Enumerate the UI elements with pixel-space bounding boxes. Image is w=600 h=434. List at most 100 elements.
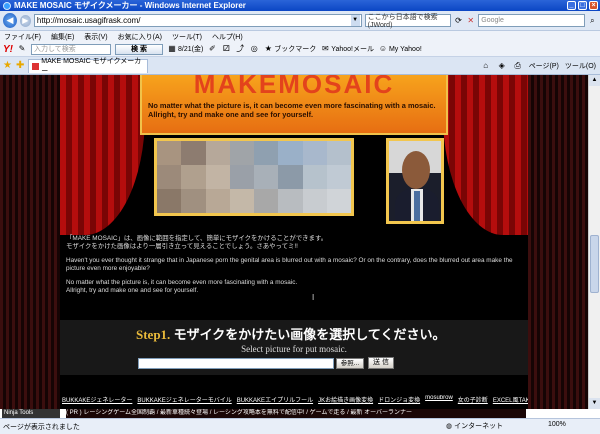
close-icon[interactable]: × bbox=[589, 1, 598, 10]
mosaic-tile bbox=[157, 165, 182, 189]
header-copy: No matter what the picture is, it can be… bbox=[148, 101, 436, 119]
minimize-icon[interactable]: _ bbox=[567, 1, 576, 10]
ie-logo-icon bbox=[3, 1, 11, 10]
forward-icon[interactable]: ▶ bbox=[19, 14, 31, 27]
yahoo-logo-icon[interactable]: Y! bbox=[3, 44, 13, 55]
window-controls: _ □ × bbox=[567, 1, 598, 10]
menu-favorites[interactable]: お気に入り(A) bbox=[118, 32, 162, 42]
calendar-item[interactable]: ▦ 8/21(金) bbox=[167, 44, 203, 54]
status-bar: ページが表示されました ◍ インターネット 100% bbox=[0, 418, 600, 434]
url-input[interactable]: http://mosaic.usagifrask.com/ ▼ bbox=[33, 14, 362, 27]
yahoo-search-button[interactable]: 検 索 bbox=[115, 43, 163, 55]
site-logo[interactable]: MAKEMOSAIC bbox=[142, 75, 446, 100]
right-curtain bbox=[443, 75, 528, 235]
mail-icon: ✉ bbox=[321, 44, 329, 53]
highlighter-icon[interactable]: ✐ bbox=[207, 44, 217, 54]
favorites-star-icon[interactable]: ★ bbox=[3, 60, 12, 71]
tab-bar: ★ ✚ MAKE MOSAIC モザイクメーカー ⌂ ◈ ⎙ ページ(P) ツー… bbox=[0, 57, 600, 75]
mosaic-tile bbox=[254, 141, 279, 165]
footer-link[interactable]: JKお絵描き画像変換 bbox=[318, 395, 373, 409]
mosaic-tile bbox=[205, 165, 230, 189]
chevron-down-icon[interactable]: ▼ bbox=[350, 15, 360, 26]
command-bar: ⌂ ◈ ⎙ ページ(P) ツール(O) bbox=[481, 61, 600, 71]
left-curtain bbox=[60, 75, 145, 235]
menu-tools[interactable]: ツール(T) bbox=[172, 32, 202, 42]
refresh-icon[interactable]: ⟳ bbox=[454, 16, 463, 26]
scroll-down-icon[interactable]: ▼ bbox=[589, 398, 600, 409]
menu-bar: ファイル(F) 編集(E) 表示(V) お気に入り(A) ツール(T) ヘルプ(… bbox=[0, 31, 600, 42]
menu-edit[interactable]: 編集(E) bbox=[51, 32, 74, 42]
scroll-thumb[interactable] bbox=[590, 235, 599, 293]
mosaic-tile bbox=[278, 165, 303, 189]
mosaic-tile bbox=[326, 165, 351, 189]
menu-help[interactable]: ヘルプ(H) bbox=[212, 32, 243, 42]
yahoo-search-input[interactable]: 入力して検索 bbox=[31, 43, 111, 55]
mosaic-tile bbox=[326, 141, 351, 165]
mosaic-tile bbox=[278, 141, 303, 165]
mosaic-tile bbox=[278, 189, 303, 213]
file-path-input[interactable] bbox=[138, 358, 334, 369]
stop-icon[interactable]: ✕ bbox=[466, 16, 475, 26]
add-favorites-icon[interactable]: ✚ bbox=[16, 60, 24, 71]
description: 「MAKE MOSAIC」は、画像に範囲を指定して、簡単にモザイクをかけることが… bbox=[66, 235, 513, 294]
footer-link[interactable]: BUKKAKEジェネレーター bbox=[62, 395, 132, 409]
upload-step-panel: Step1. モザイクをかけたい画像を選択してください。 Select pict… bbox=[60, 320, 528, 375]
tools-menu[interactable]: ツール(O) bbox=[565, 61, 596, 71]
mosaic-tile bbox=[205, 189, 230, 213]
page-menu[interactable]: ページ(P) bbox=[529, 61, 559, 71]
home-icon[interactable]: ⌂ bbox=[481, 61, 491, 71]
footer-link[interactable]: ドロンジョ変換 bbox=[378, 395, 420, 409]
left-film-strip bbox=[0, 75, 60, 409]
status-text: ページが表示されました bbox=[3, 423, 80, 431]
security-zone: ◍ インターネット bbox=[446, 423, 504, 430]
footer-link[interactable]: BUKKAKEジェネレーターモバイル bbox=[137, 395, 231, 409]
footer-link[interactable]: 女の子診断 bbox=[458, 395, 488, 409]
pencil-icon[interactable]: ✎ bbox=[17, 44, 27, 54]
menu-file[interactable]: ファイル(F) bbox=[4, 32, 41, 42]
bookmarks-item[interactable]: ★ ブックマーク bbox=[263, 44, 317, 54]
mosaic-tile bbox=[205, 141, 230, 165]
step-title: Step1. モザイクをかけたい画像を選択してください。 bbox=[136, 327, 446, 342]
yahoo-toolbar: Y! ✎ 入力して検索 検 索 ▦ 8/21(金) ✐ ⚂ ⤴ ◎ ★ ブックマ… bbox=[0, 42, 600, 57]
yahoo-mail-item[interactable]: ✉ Yahoo!メール bbox=[320, 44, 374, 54]
address-bar: ◀ ▶ http://mosaic.usagifrask.com/ ▼ ここから… bbox=[0, 11, 600, 31]
menu-view[interactable]: 表示(V) bbox=[84, 32, 107, 42]
calendar-icon: ▦ bbox=[168, 44, 176, 53]
back-icon[interactable]: ◀ bbox=[3, 13, 17, 28]
jword-search-input[interactable]: ここから日本語で検索(JWord) bbox=[364, 14, 451, 29]
window-titlebar: MAKE MOSAIC モザイクメーカー - Windows Internet … bbox=[0, 0, 600, 11]
mosaic-tile bbox=[229, 189, 254, 213]
share-icon[interactable]: ⤴ bbox=[235, 44, 245, 54]
scroll-up-icon[interactable]: ▲ bbox=[589, 75, 600, 86]
tab-make-mosaic[interactable]: MAKE MOSAIC モザイクメーカー bbox=[28, 58, 149, 75]
search-input[interactable]: Google bbox=[478, 14, 585, 27]
footer-links: BUKKAKEジェネレーター BUKKAKEジェネレーターモバイル BUKKAK… bbox=[60, 395, 528, 409]
portrait-sample-image bbox=[386, 138, 444, 224]
submit-button[interactable]: 送 信 bbox=[368, 357, 394, 369]
my-yahoo-item[interactable]: ☺ My Yahoo! bbox=[378, 44, 422, 54]
window-title: MAKE MOSAIC モザイクメーカー - Windows Internet … bbox=[14, 1, 246, 10]
print-icon[interactable]: ⎙ bbox=[513, 61, 523, 71]
ninja-tools-badge[interactable]: Ninja Tools bbox=[2, 409, 60, 418]
ad-overlay-text[interactable]: ( PR ) レーシングゲーム全国制覇 / 最新車種続々登場 / レーシング攻略… bbox=[66, 409, 526, 418]
mosaic-tile bbox=[181, 189, 206, 213]
mosaic-tile bbox=[181, 141, 206, 165]
mosaic-tile bbox=[229, 141, 254, 165]
mosaic-tile bbox=[157, 189, 182, 213]
footer-link[interactable]: BUKKAKEエイプリルフール bbox=[237, 395, 313, 409]
dice-icon[interactable]: ⚂ bbox=[221, 44, 231, 54]
maximize-icon[interactable]: □ bbox=[578, 1, 587, 10]
mosaic-tile bbox=[254, 189, 279, 213]
zoom-level[interactable]: 100% bbox=[548, 421, 566, 428]
browse-button[interactable]: 参照... bbox=[336, 358, 364, 369]
yahoo-face-icon: ☺ bbox=[378, 44, 388, 53]
vertical-scrollbar[interactable]: ▲ ▼ bbox=[588, 75, 600, 409]
footer-link[interactable]: mosubrow bbox=[425, 395, 453, 409]
search-icon[interactable]: ⌕ bbox=[588, 16, 597, 26]
mosaic-tile bbox=[302, 189, 327, 213]
footer-link[interactable]: EXCEL風TAKビューワー bbox=[493, 395, 528, 409]
right-film-strip bbox=[528, 75, 588, 409]
feed-icon[interactable]: ◈ bbox=[497, 61, 507, 71]
mosaic-tile bbox=[254, 165, 279, 189]
globe-icon[interactable]: ◎ bbox=[249, 44, 259, 54]
